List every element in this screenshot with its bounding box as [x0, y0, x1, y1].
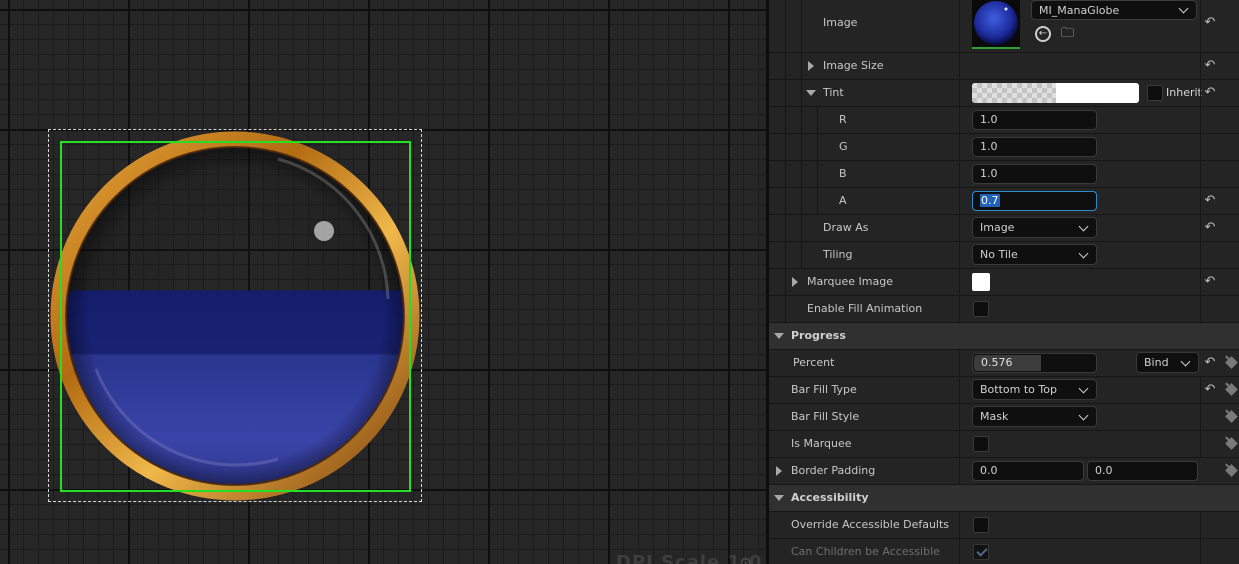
property-row-marquee-image[interactable]: Marquee Image ↶ [769, 269, 1239, 296]
reset-arrow-icon[interactable]: ↶ [1203, 356, 1217, 370]
property-label: Image [823, 16, 858, 29]
expand-arrow-icon[interactable] [776, 466, 782, 476]
property-label: Can Children be Accessible [791, 545, 940, 558]
property-label: G [839, 140, 848, 153]
property-label: Is Marquee [791, 437, 852, 450]
property-row-tint-r: R 1.0 [769, 107, 1239, 134]
details-panel: Image MI_ManaGlobe ← 🗀 ↶ Image Size ↶ Ti… [769, 0, 1239, 564]
property-row-image: Image MI_ManaGlobe ← 🗀 ↶ [769, 0, 1239, 53]
collapse-arrow-icon[interactable] [774, 333, 784, 339]
browse-asset-icon[interactable]: 🗀 [1061, 26, 1077, 42]
property-label: Override Accessible Defaults [791, 518, 950, 531]
property-label: Bar Fill Type [791, 383, 857, 396]
can-children-be-accessible-checkbox[interactable] [973, 544, 989, 560]
property-row-border-padding[interactable]: Border Padding 0.0 0.0 [769, 458, 1239, 485]
tiling-dropdown[interactable]: No Tile [972, 244, 1097, 265]
border-padding-y-input[interactable]: 0.0 [1087, 461, 1198, 481]
chevron-down-icon [1078, 383, 1089, 394]
chevron-down-icon [1078, 248, 1089, 259]
keyframe-diamond-icon[interactable] [1225, 410, 1238, 423]
property-label: Percent [793, 356, 835, 369]
property-row-can-children-be-accessible: Can Children be Accessible [769, 539, 1239, 564]
property-label: B [839, 167, 847, 180]
reset-arrow-icon[interactable]: ↶ [1203, 275, 1217, 289]
property-label: Image Size [823, 59, 884, 72]
keyframe-diamond-icon[interactable] [1225, 356, 1238, 369]
category-accessibility[interactable]: Accessibility [769, 485, 1239, 512]
expand-arrow-icon[interactable] [792, 277, 798, 287]
property-row-percent: Percent 0.576 Bind ↶ [769, 350, 1239, 377]
property-row-enable-fill-animation: Enable Fill Animation [769, 296, 1239, 323]
bind-dropdown[interactable]: Bind [1136, 352, 1199, 373]
is-marquee-checkbox[interactable] [973, 436, 989, 452]
reset-arrow-icon[interactable]: ↶ [1203, 194, 1217, 208]
selected-text: 0.7 [980, 194, 1000, 207]
category-label: Accessibility [791, 491, 869, 504]
tint-a-input[interactable]: 0.7 [972, 191, 1097, 211]
mana-orb-thumbnail-icon [974, 1, 1018, 45]
property-label: A [839, 194, 847, 207]
property-row-is-marquee: Is Marquee [769, 431, 1239, 458]
tint-g-input[interactable]: 1.0 [972, 137, 1097, 157]
percent-slider-input[interactable]: 0.576 [972, 353, 1097, 373]
chevron-down-icon [1180, 356, 1191, 367]
use-selected-icon[interactable]: ← [1035, 26, 1051, 42]
gear-icon[interactable]: ⚙ [739, 554, 752, 564]
keyframe-diamond-icon[interactable] [1225, 437, 1238, 450]
property-row-tint-b: B 1.0 [769, 161, 1239, 188]
property-row-bar-fill-style: Bar Fill Style Mask [769, 404, 1239, 431]
tint-r-input[interactable]: 1.0 [972, 110, 1097, 130]
property-label: Tiling [823, 248, 853, 261]
property-row-tint[interactable]: Tint Inherit ↶ [769, 80, 1239, 107]
tint-b-input[interactable]: 1.0 [972, 164, 1097, 184]
marquee-color-swatch[interactable] [972, 273, 990, 291]
chevron-down-icon [1078, 221, 1089, 232]
inherit-checkbox[interactable] [1147, 85, 1163, 101]
property-row-tiling: Tiling No Tile [769, 242, 1239, 269]
reset-arrow-icon[interactable]: ↶ [1203, 59, 1217, 73]
property-label: Marquee Image [807, 275, 893, 288]
property-row-bar-fill-type: Bar Fill Type Bottom to Top ↶ [769, 377, 1239, 404]
inherit-label: Inherit [1166, 86, 1202, 99]
keyframe-diamond-icon[interactable] [1225, 383, 1238, 396]
category-progress[interactable]: Progress [769, 323, 1239, 350]
chevron-down-icon [1178, 3, 1189, 14]
collapse-arrow-icon[interactable] [774, 495, 784, 501]
enable-fill-animation-checkbox[interactable] [973, 301, 989, 317]
property-label: Tint [823, 86, 844, 99]
property-row-tint-g: G 1.0 [769, 134, 1239, 161]
border-padding-x-input[interactable]: 0.0 [972, 461, 1084, 481]
bar-fill-style-dropdown[interactable]: Mask [972, 406, 1097, 427]
property-row-override-accessible-defaults: Override Accessible Defaults [769, 512, 1239, 539]
bar-fill-type-dropdown[interactable]: Bottom to Top [972, 379, 1097, 400]
chevron-down-icon [1078, 410, 1089, 421]
property-label: Draw As [823, 221, 869, 234]
property-row-image-size[interactable]: Image Size ↶ [769, 53, 1239, 80]
tint-color-swatch[interactable] [972, 83, 1139, 103]
percent-value: 0.576 [981, 356, 1013, 369]
alpha-checker [972, 83, 1056, 103]
override-accessible-defaults-checkbox[interactable] [973, 517, 989, 533]
widget-selection-outline[interactable] [60, 141, 411, 492]
category-label: Progress [791, 329, 846, 342]
reset-arrow-icon[interactable]: ↶ [1203, 16, 1217, 30]
draw-as-dropdown[interactable]: Image [972, 217, 1097, 238]
designer-viewport[interactable]: DPI Scale 1.0 ⚙ [0, 0, 766, 564]
asset-thumbnail[interactable] [972, 0, 1020, 49]
property-label: Enable Fill Animation [807, 302, 923, 315]
asset-picker-dropdown[interactable]: MI_ManaGlobe [1031, 0, 1197, 20]
property-label: R [839, 113, 847, 126]
property-row-draw-as: Draw As Image ↶ [769, 215, 1239, 242]
asset-name: MI_ManaGlobe [1039, 4, 1120, 17]
expand-arrow-icon[interactable] [808, 61, 814, 71]
keyframe-diamond-icon[interactable] [1225, 464, 1238, 477]
property-row-tint-a: A 0.7 ↶ [769, 188, 1239, 215]
property-label: Border Padding [791, 464, 876, 477]
reset-arrow-icon[interactable]: ↶ [1203, 383, 1217, 397]
collapse-arrow-icon[interactable] [806, 90, 816, 96]
property-label: Bar Fill Style [791, 410, 860, 423]
reset-arrow-icon[interactable]: ↶ [1203, 86, 1217, 100]
reset-arrow-icon[interactable]: ↶ [1203, 221, 1217, 235]
